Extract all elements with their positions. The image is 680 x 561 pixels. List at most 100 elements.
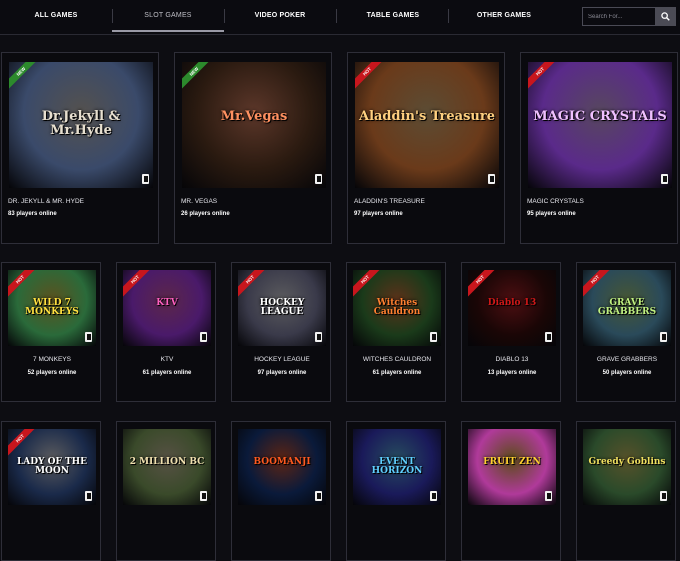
- badge-ribbon: HOT: [8, 270, 42, 304]
- badge-label: HOT: [355, 62, 387, 91]
- game-art-title: Aladdin's Treasure: [358, 108, 495, 124]
- game-thumbnail[interactable]: EVENT HORIZON: [353, 429, 441, 505]
- game-thumbnail[interactable]: Greedy Goblins: [583, 429, 671, 505]
- badge-label: HOT: [123, 270, 155, 299]
- tab-video-poker[interactable]: VIDEO POKER: [248, 0, 312, 32]
- search-button[interactable]: [655, 7, 676, 26]
- players-online: 50 players online: [602, 370, 652, 376]
- tab-all-games[interactable]: ALL GAMES: [30, 0, 82, 32]
- mobile-icon: [660, 332, 667, 342]
- mobile-icon: [545, 491, 552, 501]
- badge-ribbon: NEW: [9, 62, 43, 96]
- game-name[interactable]: KTV: [117, 356, 217, 363]
- players-online: 26 players online: [181, 211, 230, 217]
- game-name[interactable]: WITCHES CAULDRON: [347, 356, 447, 363]
- game-art-title: Mr.Vegas: [220, 108, 288, 124]
- players-online: 13 players online: [487, 370, 537, 376]
- game-thumbnail[interactable]: GRAVE GRABBERS HOT: [583, 270, 671, 346]
- game-card[interactable]: HOCKEY LEAGUE HOT HOCKEY LEAGUE 97 players …: [231, 262, 331, 402]
- badge-label: HOT: [8, 429, 40, 458]
- game-name[interactable]: MR. VEGAS: [181, 198, 217, 205]
- badge-ribbon: HOT: [8, 429, 42, 463]
- game-art-title: EVENT HORIZON: [371, 456, 423, 477]
- badge-ribbon: HOT: [123, 270, 157, 304]
- game-thumbnail[interactable]: 2 MILLION BC: [123, 429, 211, 505]
- game-name[interactable]: DR. JEKYLL & MR. HYDE: [8, 198, 84, 205]
- search-input[interactable]: [582, 7, 655, 26]
- players-online: 61 players online: [372, 370, 422, 376]
- game-thumbnail[interactable]: FRUIT ZEN: [468, 429, 556, 505]
- tab-separator: [448, 9, 449, 23]
- game-thumbnail[interactable]: BOOMANJI: [238, 429, 326, 505]
- mobile-icon: [488, 174, 495, 184]
- game-card[interactable]: LADY OF THE MOON HOT: [1, 421, 101, 561]
- mobile-icon: [85, 332, 92, 342]
- game-card[interactable]: MAGIC CRYSTALS HOT MAGIC CRYSTALS 95 player…: [520, 52, 678, 244]
- game-thumbnail[interactable]: HOCKEY LEAGUE HOT: [238, 270, 326, 346]
- tab-other-games[interactable]: OTHER GAMES: [472, 0, 536, 32]
- badge-label: HOT: [583, 270, 615, 299]
- game-card[interactable]: GRAVE GRABBERS HOT GRAVE GRABBERS 50 player…: [576, 262, 676, 402]
- game-name[interactable]: 7 MONKEYS: [2, 356, 102, 363]
- game-card[interactable]: Dr.Jekyll & Mr.Hyde NEW DR. JEKYLL & MR. H…: [1, 52, 159, 244]
- game-card[interactable]: Witches Cauldron HOT WITCHES CAULDRON 61 pl…: [346, 262, 446, 402]
- tab-table-games[interactable]: TABLE GAMES: [362, 0, 424, 32]
- mobile-icon: [200, 332, 207, 342]
- badge-ribbon: HOT: [355, 62, 389, 96]
- mobile-icon: [661, 174, 668, 184]
- game-card[interactable]: Diablo 13 HOT DIABLO 13 13 players online: [461, 262, 561, 402]
- game-card[interactable]: 2 MILLION BC: [116, 421, 216, 561]
- mobile-icon: [85, 491, 92, 501]
- game-card[interactable]: Greedy Goblins: [576, 421, 676, 561]
- badge-label: NEW: [9, 62, 41, 91]
- badge-ribbon: HOT: [468, 270, 502, 304]
- game-thumbnail[interactable]: MAGIC CRYSTALS HOT: [528, 62, 672, 188]
- game-thumbnail[interactable]: Mr.Vegas NEW: [182, 62, 326, 188]
- mobile-icon: [660, 491, 667, 501]
- game-art-title: FRUIT ZEN: [483, 456, 541, 467]
- mobile-icon: [142, 174, 149, 184]
- badge-label: HOT: [8, 270, 40, 299]
- game-name[interactable]: GRAVE GRABBERS: [577, 356, 677, 363]
- game-art-title: BOOMANJI: [253, 456, 311, 467]
- badge-label: HOT: [468, 270, 500, 299]
- tab-slot-games[interactable]: SLOT GAMES: [112, 0, 224, 32]
- search-icon: [661, 12, 670, 21]
- game-card[interactable]: BOOMANJI: [231, 421, 331, 561]
- game-name[interactable]: HOCKEY LEAGUE: [232, 356, 332, 363]
- mobile-icon: [430, 332, 437, 342]
- game-card[interactable]: EVENT HORIZON: [346, 421, 446, 561]
- game-art-title: MAGIC CRYSTALS: [533, 108, 667, 124]
- badge-label: HOT: [238, 270, 270, 299]
- mobile-icon: [315, 174, 322, 184]
- game-name[interactable]: MAGIC CRYSTALS: [527, 198, 584, 205]
- badge-ribbon: HOT: [528, 62, 562, 96]
- mobile-icon: [315, 332, 322, 342]
- badge-ribbon: HOT: [353, 270, 387, 304]
- game-thumbnail[interactable]: WILD 7 MONKEYS HOT: [8, 270, 96, 346]
- game-card[interactable]: FRUIT ZEN: [461, 421, 561, 561]
- game-card[interactable]: KTV HOT KTV 61 players online: [116, 262, 216, 402]
- badge-label: HOT: [353, 270, 385, 299]
- badge-ribbon: HOT: [238, 270, 272, 304]
- game-thumbnail[interactable]: Witches Cauldron HOT: [353, 270, 441, 346]
- game-art-title: Greedy Goblins: [588, 456, 666, 467]
- game-name[interactable]: DIABLO 13: [462, 356, 562, 363]
- badge-ribbon: NEW: [182, 62, 216, 96]
- games-category-nav: ALL GAMES SLOT GAMES VIDEO POKER TABLE G…: [0, 0, 680, 35]
- game-thumbnail[interactable]: Aladdin's Treasure HOT: [355, 62, 499, 188]
- mobile-icon: [315, 491, 322, 501]
- game-card[interactable]: Mr.Vegas NEW MR. VEGAS 26 players online: [174, 52, 332, 244]
- mobile-icon: [545, 332, 552, 342]
- game-thumbnail[interactable]: Dr.Jekyll & Mr.Hyde NEW: [9, 62, 153, 188]
- players-online: 83 players online: [8, 211, 57, 217]
- tab-separator: [336, 9, 337, 23]
- game-card[interactable]: Aladdin's Treasure HOT ALADDIN'S TREASURE 9…: [347, 52, 505, 244]
- game-thumbnail[interactable]: Diablo 13 HOT: [468, 270, 556, 346]
- game-thumbnail[interactable]: KTV HOT: [123, 270, 211, 346]
- game-art-title: 2 MILLION BC: [129, 456, 205, 467]
- game-card[interactable]: WILD 7 MONKEYS HOT 7 MONKEYS 52 players onl…: [1, 262, 101, 402]
- badge-label: HOT: [528, 62, 560, 91]
- game-thumbnail[interactable]: LADY OF THE MOON HOT: [8, 429, 96, 505]
- game-name[interactable]: ALADDIN'S TREASURE: [354, 198, 425, 205]
